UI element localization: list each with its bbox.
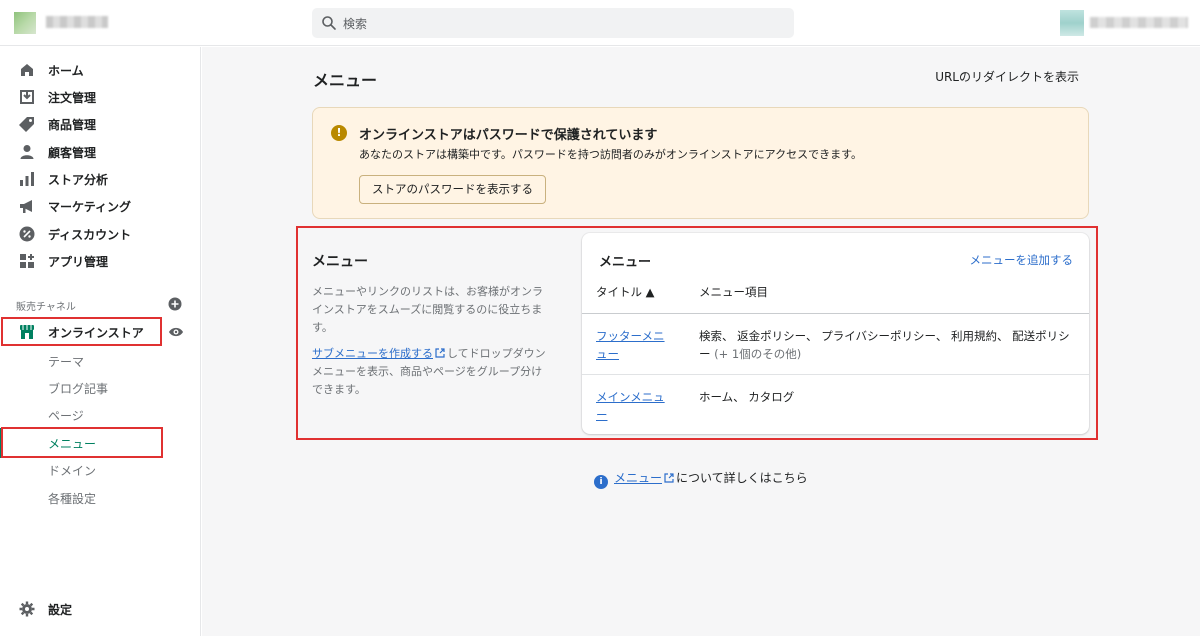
section-description: メニューやリンクのリストは、お客様がオンラインストアをスムーズに閲覧するのに役立… [312,285,543,334]
eye-icon[interactable] [168,325,184,339]
home-icon [21,64,33,76]
sidebar-item-label: 顧客管理 [48,146,97,160]
sidebar-item-label: ストア分析 [48,173,109,187]
learn-more-text: について詳しくはこちら [676,471,808,485]
info-icon: i [594,475,608,489]
sidebar-item-label: 設定 [48,603,73,617]
sidebar-sub-preferences[interactable]: 各種設定 [48,490,96,507]
sidebar-item-analytics[interactable]: ストア分析 [0,166,200,192]
sidebar-item-label: 商品管理 [48,118,97,132]
sidebar-item-orders[interactable]: 注文管理 [0,84,200,110]
apps-icon [20,254,34,268]
menu-items-more: (+ 1個のその他) [714,347,802,361]
learn-more: i メニュー について詳しくはこちら [594,469,808,489]
banner-title: オンラインストアはパスワードで保護されています [359,128,658,143]
sidebar-item-home[interactable]: ホーム [0,57,200,83]
store-logo[interactable] [14,12,36,34]
account-name[interactable] [1090,17,1188,28]
person-icon [20,145,34,159]
sales-channel-title: 販売チャネル [16,302,76,313]
show-password-button[interactable]: ストアのパスワードを表示する [359,175,546,204]
sidebar: ホーム 注文管理 商品管理 顧客管理 ストア分析 マーケティング ディスカウント… [0,47,201,636]
sidebar-sub-pages[interactable]: ページ [48,407,84,424]
menu-items-text: ホーム、 カタログ [699,388,1079,406]
warning-icon: ! [331,125,347,141]
highlight-menu [1,427,163,458]
sidebar-sub-themes[interactable]: テーマ [48,353,84,370]
tag-icon [19,117,34,132]
sidebar-item-label: ホーム [48,64,84,78]
column-header-items: メニュー項目 [699,285,768,299]
avatar[interactable] [1060,10,1084,36]
analytics-icon [20,172,34,186]
top-bar: 検索 [0,0,1200,46]
sidebar-sub-blog-posts[interactable]: ブログ記事 [48,380,108,397]
sidebar-item-label: アプリ管理 [48,255,109,269]
column-header-title[interactable]: タイトル ▲ [596,284,655,300]
section-title: メニュー [312,254,368,270]
url-redirect-link[interactable]: URLのリダイレクトを表示 [935,68,1079,85]
sidebar-item-products[interactable]: 商品管理 [0,111,200,137]
add-channel-icon[interactable] [168,297,182,311]
menu-items-text: 検索、 返金ポリシー、 プライバシーポリシー、 利用規約、 配送ポリシー (+ … [699,327,1079,363]
card-title: メニュー [599,255,652,270]
external-link-icon [664,473,674,483]
sidebar-item-settings[interactable]: 設定 [0,596,200,622]
sidebar-item-label: ディスカウント [48,228,132,242]
search-icon [322,16,336,30]
menu-card: メニュー メニューを追加する タイトル ▲ メニュー項目 フッターメニュー 検索… [582,233,1089,434]
sidebar-item-customers[interactable]: 顧客管理 [0,139,200,165]
create-submenu-link[interactable]: サブメニューを作成する [312,347,433,360]
orders-icon [20,90,34,104]
store-name[interactable] [46,16,108,28]
header-divider [582,313,1089,314]
menu-items-list: ホーム、 カタログ [699,390,795,404]
page-title: メニュー [313,71,378,90]
highlight-online-store [1,317,162,346]
sidebar-item-apps[interactable]: アプリ管理 [0,248,200,274]
section-description-2: サブメニューを作成する してドロップダウンメニューを表示、商品やページをグループ分… [312,345,548,399]
banner-body: あなたのストアは構築中です。パスワードを持つ訪問者のみがオンラインストアにアクセ… [359,148,863,161]
menu-title-link[interactable]: メインメニュー [596,388,676,424]
sidebar-item-marketing[interactable]: マーケティング [0,193,200,219]
external-link-icon [435,348,445,358]
search-placeholder: 検索 [343,17,368,31]
menu-title-link[interactable]: フッターメニュー [596,327,676,363]
megaphone-icon [20,200,32,213]
sidebar-item-label: 注文管理 [48,91,97,105]
gear-icon [19,601,35,617]
add-menu-link[interactable]: メニューを追加する [970,252,1074,268]
sidebar-item-label: マーケティング [48,200,132,214]
search-input[interactable]: 検索 [312,8,794,38]
sidebar-item-discounts[interactable]: ディスカウント [0,221,200,247]
row-divider [582,374,1089,375]
password-banner: ! オンラインストアはパスワードで保護されています あなたのストアは構築中です。… [312,107,1089,219]
main-content: メニュー URLのリダイレクトを表示 ! オンラインストアはパスワードで保護され… [202,47,1200,636]
sidebar-sub-domains[interactable]: ドメイン [48,462,96,479]
discount-icon [19,226,35,242]
learn-more-link[interactable]: メニュー [614,471,662,485]
